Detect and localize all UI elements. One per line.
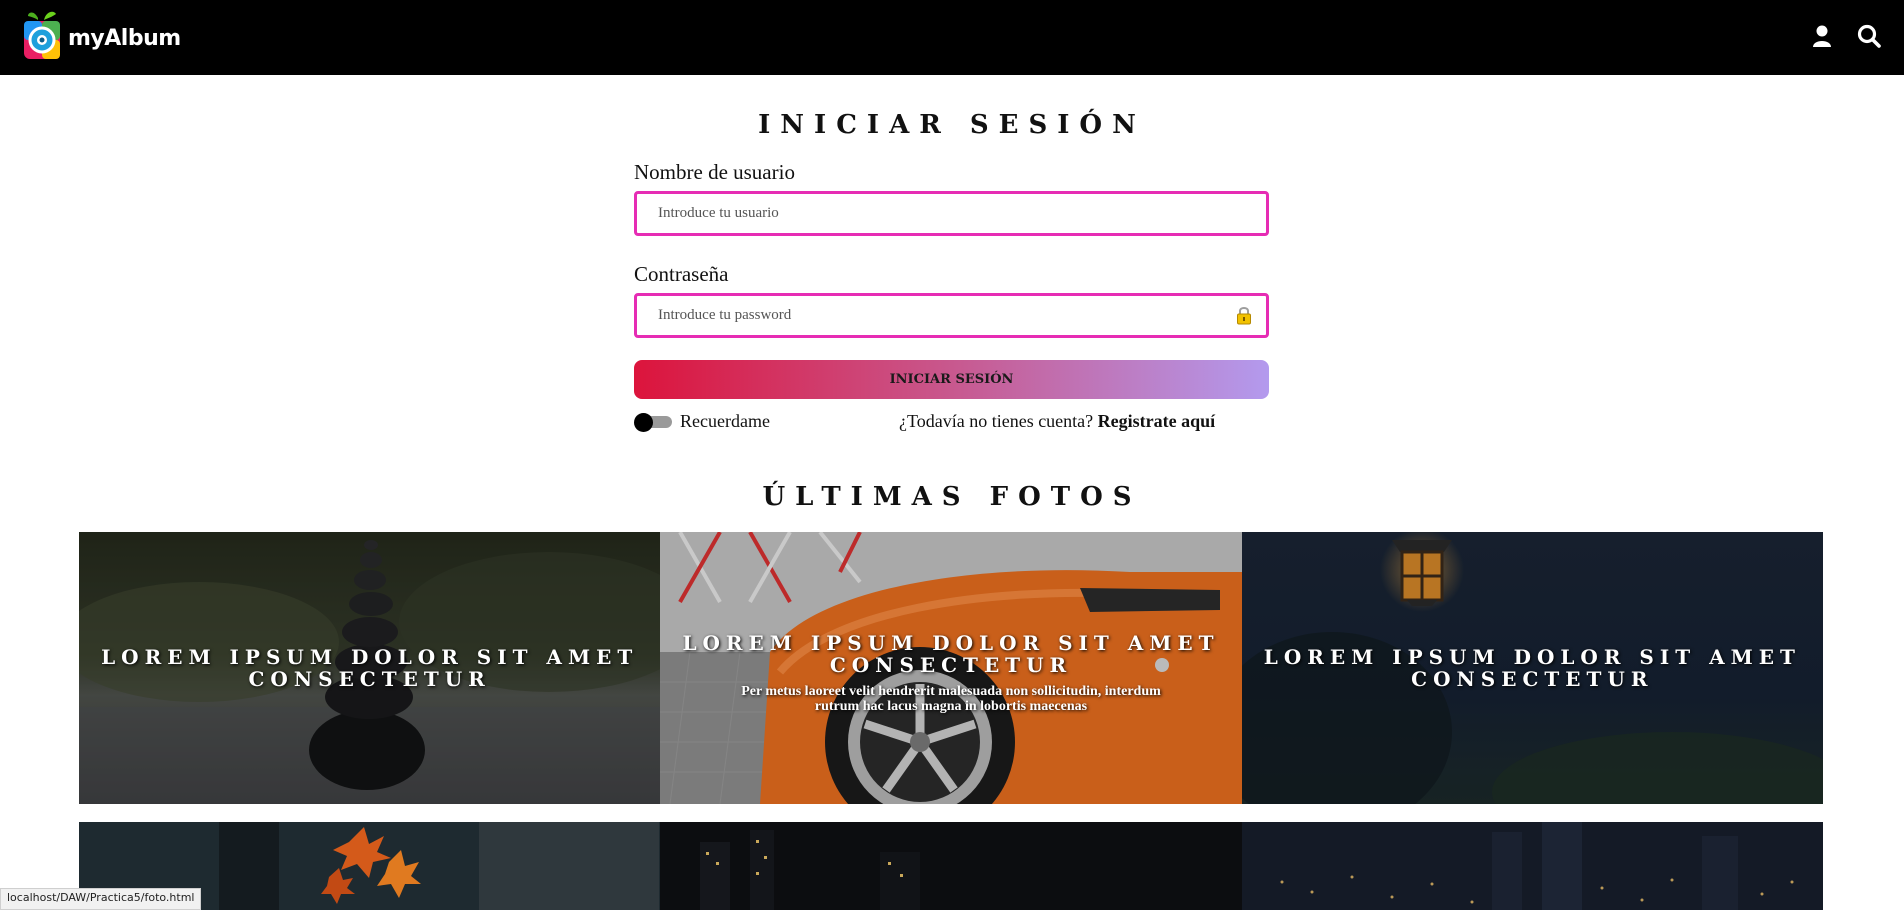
login-submit-button[interactable]: INICIAR SESIÓN: [634, 360, 1269, 399]
city-aerial-photo: [1241, 822, 1823, 910]
user-icon[interactable]: [1808, 22, 1836, 50]
photo-card[interactable]: LOREM IPSUM DOLOR SIT AMET CONSECTETUR: [1241, 532, 1823, 804]
photo-gallery-row-2: [79, 822, 1823, 910]
photo-caption: LOREM IPSUM DOLOR SIT AMET CONSECTETUR: [1242, 646, 1823, 690]
register-prompt: ¿Todavía no tienes cuenta? Registrate aq…: [899, 411, 1215, 432]
login-title: INICIAR SESIÓN: [758, 110, 1146, 140]
password-field-wrapper: [634, 293, 1269, 338]
password-label: Contraseña: [634, 262, 729, 286]
photo-caption: LOREM IPSUM DOLOR SIT AMET CONSECTETUR: [79, 646, 660, 690]
browser-status-url: localhost/DAW/Practica5/foto.html: [0, 888, 202, 910]
photo-subtitle: Per metus laoreet velit hendrerit malesu…: [741, 684, 1161, 714]
toggle-knob: [634, 413, 653, 432]
username-label: Nombre de usuario: [634, 160, 795, 184]
latest-photos-title: ÚLTIMAS FOTOS: [762, 482, 1142, 512]
remember-label: Recuerdame: [680, 411, 770, 431]
register-link[interactable]: Registrate aquí: [1098, 411, 1215, 431]
brand-name: myAlbum: [68, 25, 181, 51]
lock-icon[interactable]: [1236, 305, 1252, 325]
photo-card[interactable]: LOREM IPSUM DOLOR SIT AMET CONSECTETUR P…: [660, 532, 1242, 804]
photo-card[interactable]: [660, 822, 1242, 910]
search-icon[interactable]: [1855, 22, 1883, 50]
password-input[interactable]: [637, 296, 1197, 335]
top-navbar: myAlbum: [0, 0, 1904, 75]
photo-gallery-row-1: LOREM IPSUM DOLOR SIT AMET CONSECTETUR L…: [79, 532, 1823, 804]
photo-title: LOREM IPSUM DOLOR SIT AMET CONSECTETUR: [101, 645, 639, 691]
photo-title: LOREM IPSUM DOLOR SIT AMET CONSECTETUR: [682, 631, 1220, 677]
night-city-photo: [660, 822, 1242, 910]
username-field-wrapper: [634, 191, 1269, 236]
photo-card[interactable]: LOREM IPSUM DOLOR SIT AMET CONSECTETUR: [79, 532, 661, 804]
no-account-text: ¿Todavía no tienes cuenta?: [899, 411, 1094, 431]
logo-icon: [24, 11, 60, 59]
photo-card[interactable]: [1241, 822, 1823, 910]
brand-logo[interactable]: myAlbum: [22, 8, 181, 62]
username-input[interactable]: [637, 194, 1197, 233]
photo-caption: LOREM IPSUM DOLOR SIT AMET CONSECTETUR P…: [660, 632, 1241, 714]
photo-title: LOREM IPSUM DOLOR SIT AMET CONSECTETUR: [1263, 645, 1801, 691]
remember-toggle[interactable]: [634, 413, 672, 432]
